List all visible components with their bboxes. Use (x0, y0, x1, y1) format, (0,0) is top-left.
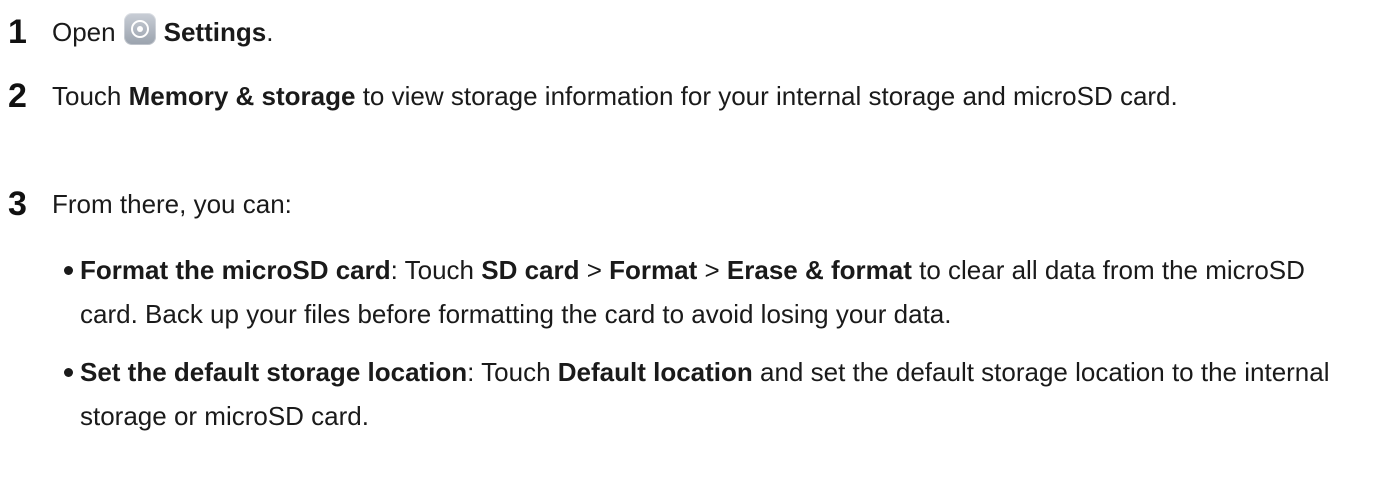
default-location-label: Default location (557, 357, 753, 387)
settings-icon (123, 13, 156, 45)
sd-card-label: SD card (481, 255, 580, 285)
touch-label: Touch (52, 81, 122, 111)
list-item-format: Format the microSD card: Touch SD card >… (64, 248, 1364, 336)
erase-format-label: Erase & format (726, 255, 912, 285)
options-list: Format the microSD card: Touch SD card >… (64, 248, 1364, 438)
colon-touch: : Touch (390, 255, 482, 285)
colon-touch: : Touch (467, 357, 558, 387)
default-storage-heading: Set the default storage location (80, 357, 468, 387)
memory-storage-label: Memory & storage (128, 81, 356, 111)
open-label: Open (52, 17, 116, 47)
step-2-rest: to view storage information for your int… (362, 81, 1178, 111)
list-item-default-location: Set the default storage location: Touch … (64, 350, 1364, 438)
step-1: 1 Open Settings. (0, 10, 1374, 54)
step-2: 2 Touch Memory & storage to view storage… (0, 74, 1374, 162)
period: . (266, 17, 274, 47)
step-text: Open Settings. (52, 10, 1362, 54)
bullet-dot (64, 266, 73, 275)
bullet-dot (64, 368, 73, 377)
step-number: 3 (8, 185, 27, 223)
step-3: 3 From there, you can: (0, 182, 1374, 226)
step-text: Touch Memory & storage to view storage i… (52, 74, 1362, 118)
separator: > (697, 255, 727, 285)
separator: > (579, 255, 610, 285)
format-label: Format (609, 255, 698, 285)
instruction-document: 1 Open Settings. 2 Touch Memory & storage… (0, 0, 1374, 481)
step-number: 1 (8, 13, 27, 51)
format-microsd-heading: Format the microSD card (80, 255, 391, 285)
step-text: From there, you can: (52, 189, 292, 219)
settings-label: Settings (163, 17, 267, 47)
step-number: 2 (8, 77, 27, 115)
